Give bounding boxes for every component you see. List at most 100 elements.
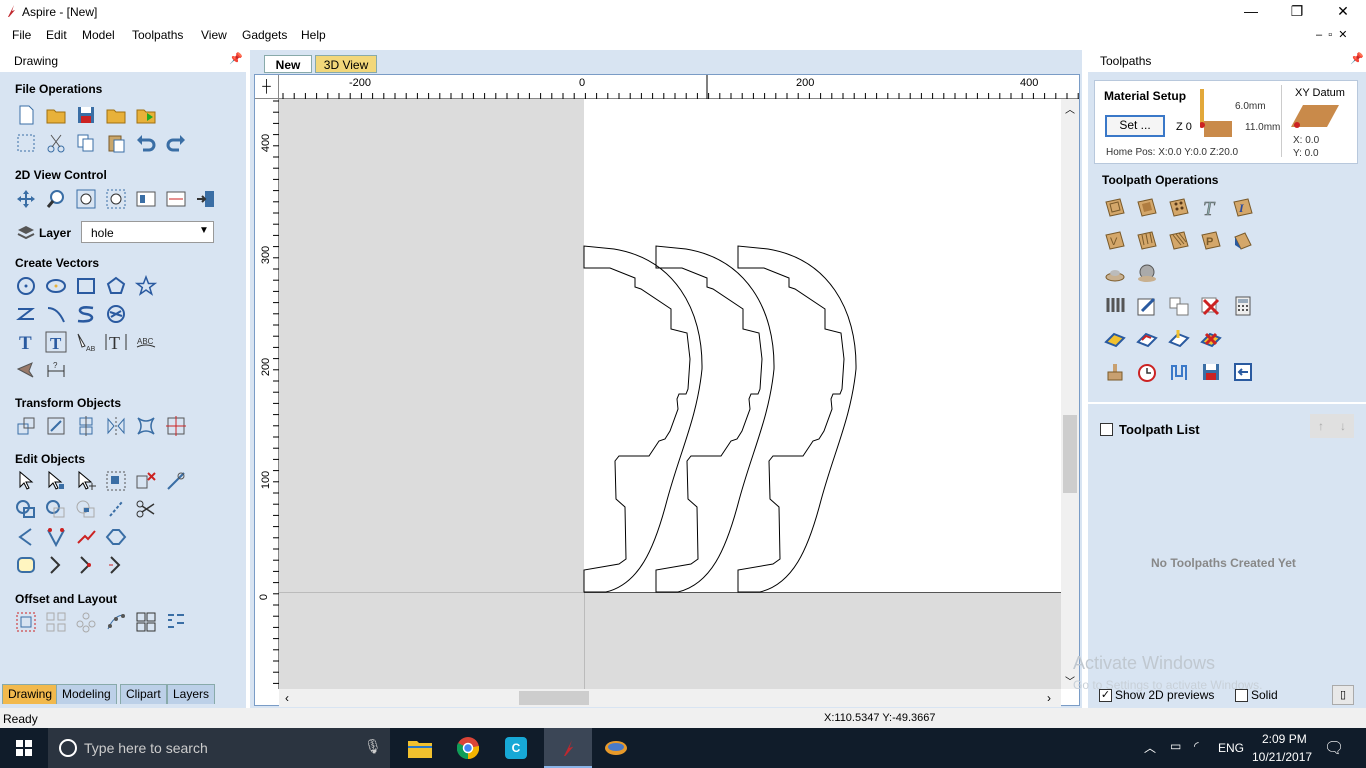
scroll-thumb-horizontal[interactable] [519,691,589,705]
show-hidden-icons-icon[interactable]: ︿ [1144,739,1156,756]
tab-drawing[interactable]: Drawing [2,684,59,704]
save-toolpath-icon[interactable] [1200,361,1222,383]
vcarve-text-icon[interactable]: T [1200,196,1222,221]
curve-fit-icon[interactable] [75,526,97,548]
mirror-icon[interactable] [105,415,127,437]
menu-toolpaths[interactable]: Toolpaths [132,28,183,42]
polygon-icon[interactable] [105,275,127,297]
open-file-icon[interactable] [45,104,67,126]
pin-icon[interactable]: 📌 [229,52,243,65]
texture-toolpath-icon[interactable] [1168,229,1190,251]
paste-icon[interactable] [105,132,127,154]
join-open-icon[interactable] [15,526,37,548]
scroll-right-icon[interactable]: › [1047,691,1051,705]
align-icon[interactable] [75,415,97,437]
engrave-toolpath-icon[interactable]: I [1232,196,1254,218]
clock-time[interactable]: 2:09 PM [1262,732,1307,746]
text-arc-icon[interactable]: ABC [135,331,157,353]
horizontal-scrollbar[interactable]: ‹ › [279,689,1061,707]
delete-toolpath-icon[interactable] [1200,295,1222,317]
reset-preview-icon[interactable] [1200,328,1222,350]
clock-date[interactable]: 10/21/2017 [1252,750,1312,764]
prism-toolpath-icon[interactable]: P [1200,229,1222,251]
import-icon[interactable] [105,104,127,126]
pan-icon[interactable] [15,188,37,210]
trim-icon[interactable] [165,470,187,492]
search-box[interactable]: Type here to search 🎙 [48,728,390,768]
zoom-extents-icon[interactable] [75,188,97,210]
curve-icon[interactable] [75,303,97,325]
select-all-icon[interactable] [15,132,37,154]
weld-icon[interactable] [15,498,37,520]
pin-icon[interactable]: 📌 [1350,52,1364,65]
vector-direction-icon[interactable] [105,554,127,576]
zoom-icon[interactable] [45,188,67,210]
export-toolpath-icon[interactable] [1232,361,1254,383]
rectangle-icon[interactable] [75,275,97,297]
text-layout-icon[interactable]: T [105,331,127,353]
spiral-icon[interactable] [105,303,127,325]
preview-selected-icon[interactable] [1136,328,1158,350]
star-icon[interactable] [134,274,158,297]
undo-icon[interactable] [135,132,157,154]
drawing-canvas[interactable] [279,99,1061,689]
drilling-toolpath-icon[interactable] [1168,196,1190,218]
set-origin-icon[interactable] [165,415,187,437]
import-image-icon[interactable] [135,104,157,126]
ruler-corner[interactable]: ┼ [255,75,279,99]
notifications-icon[interactable]: 🗨 [1324,738,1344,758]
scale-icon[interactable] [45,415,67,437]
zoom-selection-icon[interactable] [105,188,127,210]
tab-layers[interactable]: Layers [167,684,216,704]
select-arrow-icon[interactable] [15,470,37,492]
cut-icon[interactable] [45,132,67,154]
scissors-icon[interactable] [135,498,157,520]
layout-icon[interactable] [165,188,187,210]
circular-array-icon[interactable] [75,611,97,633]
circle-icon[interactable] [15,275,37,297]
layer-select[interactable]: hole ▼ [81,221,214,243]
merge-toolpaths-icon[interactable] [1168,361,1190,383]
mdi-controls[interactable]: – ▫ ✕ [1316,28,1347,41]
set-material-button[interactable]: Set ... [1105,115,1165,137]
language-indicator[interactable]: ENG [1218,741,1244,755]
vertical-scrollbar[interactable]: ︿ ﹀ [1061,99,1079,689]
preview-all-icon[interactable] [1168,328,1190,350]
move-icon[interactable] [15,415,37,437]
fillet-icon[interactable] [105,498,127,520]
show-2d-checkbox[interactable]: ✓ [1099,689,1112,702]
interactive-select-icon[interactable] [105,470,127,492]
maximize-button[interactable]: ❐ [1274,0,1320,24]
tool-database-icon[interactable] [1104,295,1126,317]
menu-edit[interactable]: Edit [46,28,67,42]
file-explorer-icon[interactable] [400,728,440,768]
scroll-left-icon[interactable]: ‹ [285,691,289,705]
delete-select-icon[interactable] [135,470,157,492]
offset-edit-icon[interactable] [75,554,97,576]
chrome-icon[interactable] [448,728,488,768]
tab-new[interactable]: New [264,55,312,73]
ccleaner-icon[interactable]: C [496,728,536,768]
fluting-toolpath-icon[interactable] [1136,229,1158,251]
microphone-icon[interactable]: 🎙 [364,738,382,755]
distort-icon[interactable] [135,415,157,437]
arc-icon[interactable] [45,303,67,325]
new-file-icon[interactable] [15,104,37,126]
toolpath-template-icon[interactable] [1168,295,1190,317]
minimize-button[interactable]: — [1228,0,1274,24]
copy-along-icon[interactable] [105,611,127,633]
xy-datum-icon[interactable] [1291,101,1343,131]
3d-finishing-icon[interactable] [1136,262,1158,284]
start-button[interactable] [0,728,48,768]
array-copy-icon[interactable] [45,611,67,633]
subtract-icon[interactable] [45,498,67,520]
transform-select-icon[interactable] [75,470,97,492]
3d-roughing-icon[interactable] [1104,262,1126,284]
text-icon[interactable]: T [15,331,37,354]
scroll-thumb-vertical[interactable] [1063,415,1077,493]
toolpath-list-checkbox[interactable] [1100,423,1113,436]
close-vectors-icon[interactable] [15,554,37,576]
app-taskbar-icon[interactable] [596,728,636,768]
menu-help[interactable]: Help [301,28,326,42]
offset-icon[interactable] [15,611,37,633]
